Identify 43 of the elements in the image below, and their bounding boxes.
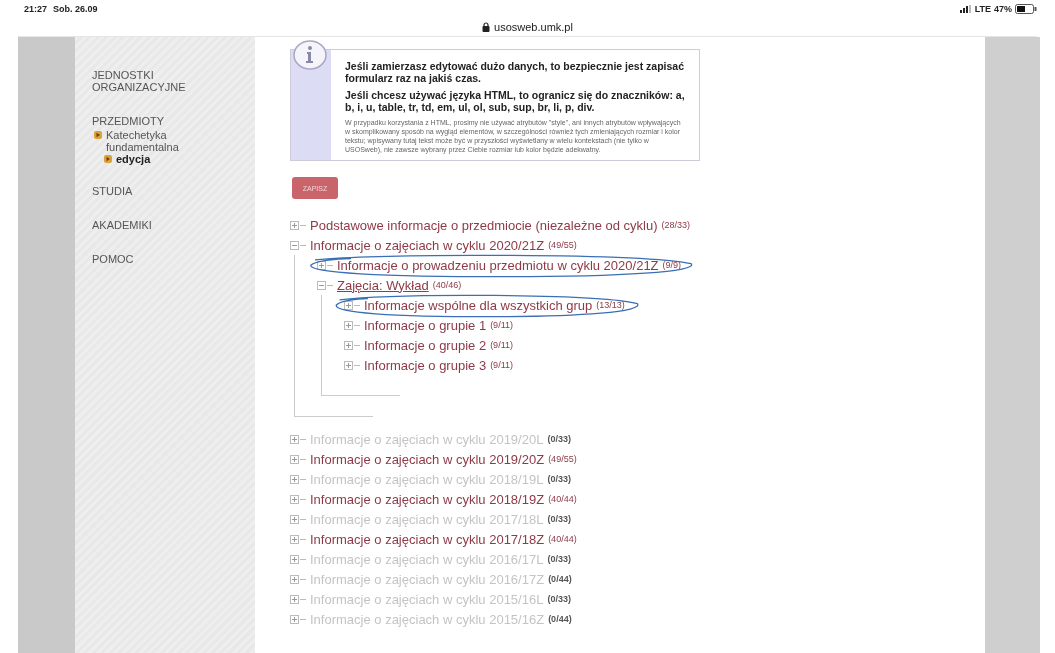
tree-item[interactable]: Informacje o zajęciach w cyklu 2020/21Z [310,237,545,253]
item-count: (0/44) [548,614,572,624]
network-label: LTE [974,4,991,14]
sidebar-item[interactable]: JEDNOSTKI ORGANIZACYJNE [92,69,222,93]
battery-percent: 47% [994,4,1012,14]
info-text: Jeśli chcesz używać języka HTML, to ogranicz się do znaczników: a, b, i, u, table, tr, td, em, ul, ol, sub, sup, br, li, p, div. [345,89,685,113]
clock-time: 21:27 [24,4,48,14]
sidebar-item[interactable]: PRZEDMIOTY [92,115,165,127]
tree-item[interactable]: Informacje o grupie 2 [364,337,487,353]
item-count: (9/11) [490,340,513,350]
item-count: (40/46) [432,280,462,290]
sidebar-item[interactable]: POMOC [92,253,134,265]
item-count: (0/33) [547,554,571,564]
tree-item[interactable]: Informacje o grupie 3 [364,357,487,373]
item-count: (40/44) [548,534,577,544]
item-count: (0/33) [547,434,571,444]
item-count: (0/33) [547,594,571,604]
item-count: (0/44) [548,574,572,584]
item-count: (9/11) [490,360,513,370]
tree-item[interactable]: Informacje o zajęciach w cyklu 2018/19Z [310,491,545,507]
sidebar-item[interactable]: STUDIA [92,185,133,197]
item-count: (9/9) [662,260,682,270]
item-count: (49/55) [548,454,577,464]
tree-item[interactable]: Informacje wspólne dla wszystkich grup [364,297,593,313]
tree-item[interactable]: Informacje o zajęciach w cyklu 2017/18Z [310,531,545,547]
item-count: (0/33) [547,514,571,524]
date-text: Sob. 26.09 [53,4,98,14]
item-count: (28/33) [661,220,691,230]
sidebar-subitem[interactable]: Katechetyka fundamentalna [106,129,216,153]
tree-item[interactable]: Informacje o prowadzeniu przedmiotu w cyklu 2020/21Z [337,257,659,273]
sidebar-subitem[interactable]: edycja [116,153,151,165]
info-text: Jeśli zamierzasz edytować dużo danych, to bezpiecznie jest zapisać formularz raz na jakiś czas. [345,60,685,84]
item-count: (40/44) [548,494,577,504]
tree-item[interactable]: Informacje o zajęciach w cyklu 2019/20Z [310,451,545,467]
item-count: (0/33) [547,474,571,484]
url-text[interactable]: usosweb.umk.pl [494,21,573,33]
tree-item[interactable]: Zajęcia: Wykład [337,277,429,293]
item-count: (9/11) [490,320,513,330]
sidebar-item[interactable]: AKADEMIKI [92,219,152,231]
item-count: (49/55) [548,240,577,250]
tree-item[interactable]: Informacje o grupie 1 [364,317,487,333]
item-count: (13/13) [596,300,625,310]
tree-item[interactable]: Podstawowe informacje o przedmiocie (niezależne od cyklu) [310,217,658,233]
